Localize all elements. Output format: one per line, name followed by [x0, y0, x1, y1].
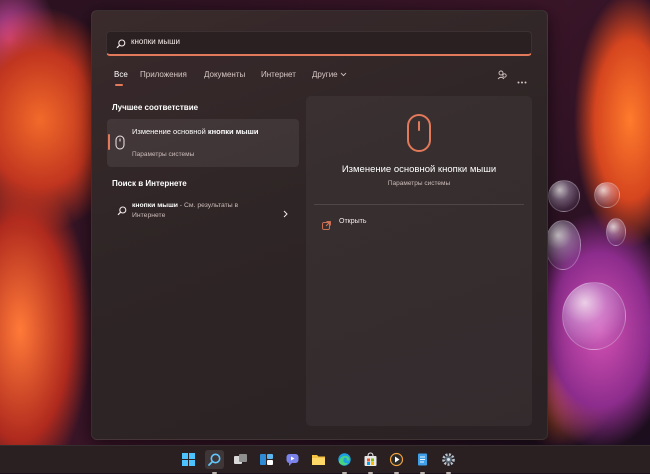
best-match-heading: Лучшее соответствие — [112, 103, 199, 112]
taskbar-widgets[interactable] — [257, 450, 276, 469]
account-switch-icon[interactable] — [497, 67, 508, 85]
edge-browser-icon — [338, 453, 351, 466]
open-button[interactable]: Открыть — [320, 215, 420, 230]
gear-icon — [442, 453, 455, 466]
chevron-down-icon — [340, 70, 347, 79]
wallpaper-bubble — [562, 282, 626, 350]
taskbar-search[interactable] — [205, 450, 224, 474]
preview-pane: Изменение основной кнопки мыши Параметры… — [306, 96, 532, 426]
search-query-text[interactable]: кнопки мыши — [131, 37, 180, 46]
best-match-result[interactable]: Изменение основной кнопки мыши Параметры… — [107, 119, 299, 167]
web-search-heading: Поиск в Интернете — [112, 179, 187, 188]
taskbar-chat[interactable] — [283, 450, 302, 469]
best-match-title-bold: кнопки мыши — [207, 127, 259, 136]
selection-accent — [108, 134, 110, 150]
taskbar-task-view[interactable] — [231, 450, 250, 469]
web-result-query: кнопки мыши — [132, 202, 178, 209]
open-external-icon — [322, 217, 331, 235]
search-input[interactable]: кнопки мыши — [106, 31, 532, 56]
best-match-title: Изменение основной кнопки мыши — [132, 127, 292, 137]
search-panel: кнопки мыши Все Приложения Документы Инт… — [91, 10, 548, 440]
wallpaper-bubble — [606, 218, 626, 246]
folder-icon — [312, 455, 325, 465]
preview-subtitle: Параметры системы — [387, 180, 451, 187]
wallpaper-bubble — [594, 182, 620, 208]
tab-documents[interactable]: Документы — [204, 70, 245, 79]
tab-more[interactable]: Другие — [312, 70, 347, 79]
chevron-right-icon[interactable] — [283, 205, 288, 223]
web-search-result[interactable]: кнопки мыши - См. результаты в Интернете — [107, 197, 299, 231]
teams-chat-icon — [286, 454, 299, 466]
search-icon — [117, 203, 127, 221]
more-options-icon[interactable] — [517, 71, 527, 89]
taskbar-edge[interactable] — [335, 450, 354, 474]
taskbar — [0, 445, 650, 474]
taskbar-settings[interactable] — [439, 450, 458, 474]
mouse-icon — [115, 135, 125, 155]
taskbar-file-explorer[interactable] — [309, 450, 328, 469]
mouse-icon — [406, 113, 432, 158]
search-icon — [208, 453, 221, 466]
tab-more-label: Другие — [312, 70, 338, 79]
open-label: Открыть — [339, 218, 367, 225]
task-view-icon — [234, 454, 247, 464]
store-icon — [364, 452, 377, 466]
tab-apps[interactable]: Приложения — [140, 70, 187, 79]
media-player-icon — [389, 452, 404, 467]
windows-logo-icon — [182, 453, 195, 466]
tab-all[interactable]: Все — [114, 70, 128, 79]
search-icon — [116, 36, 126, 54]
wallpaper-bubble — [548, 180, 580, 212]
notepad-icon — [418, 453, 427, 466]
active-tab-indicator — [115, 84, 123, 86]
taskbar-store[interactable] — [361, 450, 380, 474]
best-match-title-normal: Изменение основной — [132, 127, 208, 136]
widgets-icon — [260, 454, 273, 465]
preview-title: Изменение основной кнопки мыши — [341, 164, 497, 175]
web-result-text: кнопки мыши - См. результаты в Интернете — [132, 201, 267, 221]
filter-tabs: Все Приложения Документы Интернет Другие — [112, 70, 532, 90]
taskbar-start[interactable] — [179, 450, 198, 469]
taskbar-notepad[interactable] — [413, 450, 432, 474]
best-match-subtitle: Параметры системы — [132, 151, 195, 158]
tab-web[interactable]: Интернет — [261, 70, 296, 79]
preview-divider — [314, 204, 524, 205]
taskbar-media-player[interactable] — [387, 450, 406, 474]
wallpaper-bubble — [545, 220, 581, 270]
